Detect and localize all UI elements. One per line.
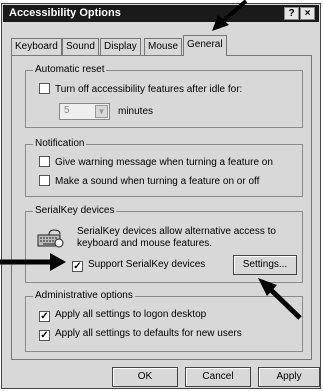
arrow-to-serialkey-checkbox-icon [0, 253, 66, 271]
tab-general[interactable]: General [183, 35, 227, 56]
arrow-to-settings-button-icon [258, 278, 302, 320]
arrow-to-general-tab-icon [212, 0, 248, 31]
annotation-arrows [0, 0, 302, 320]
